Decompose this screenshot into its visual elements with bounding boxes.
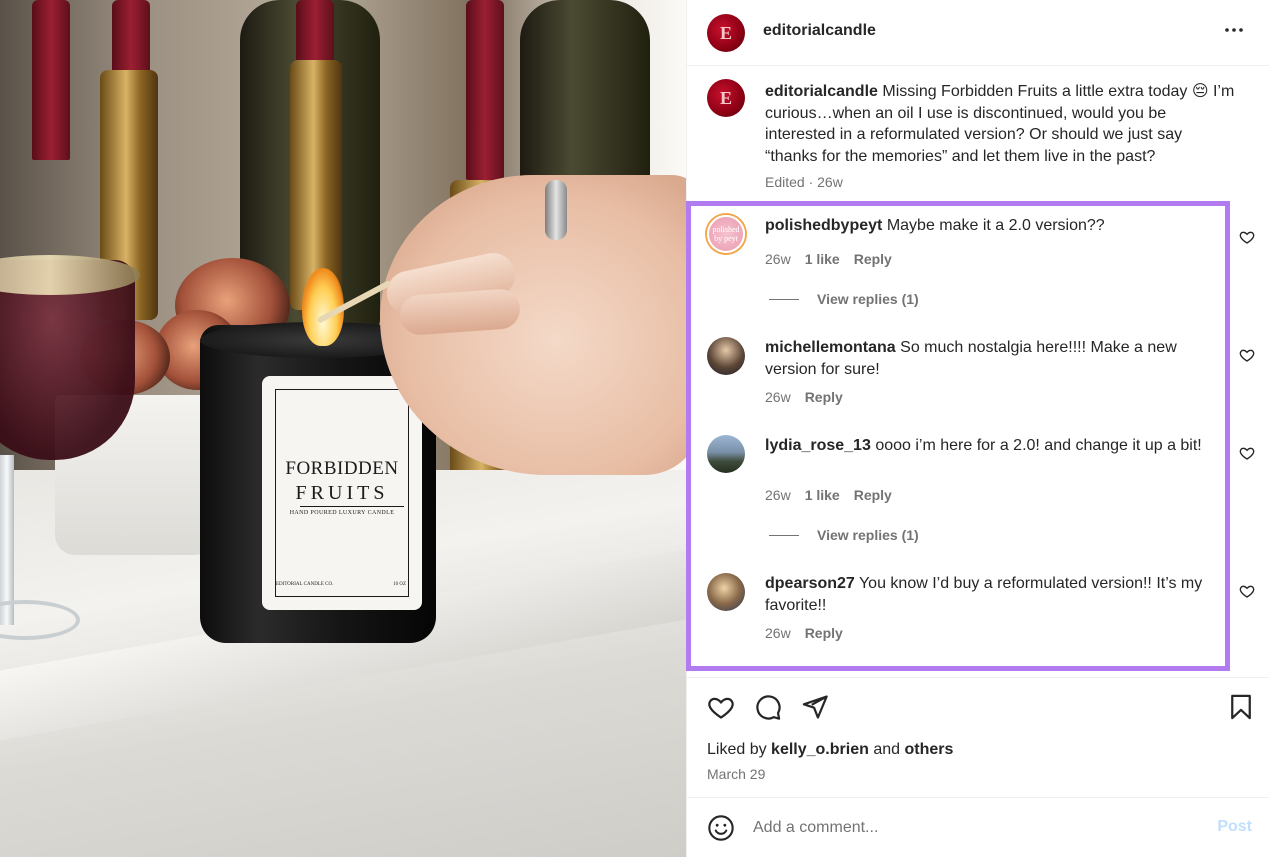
comment-text: oooo i’m here for a 2.0! and change it u… (875, 437, 1202, 454)
comment-time: 26w (765, 251, 791, 267)
comment-text-block: michellemontana So much nostalgia here!!… (765, 337, 1205, 380)
heart-icon[interactable] (1239, 445, 1255, 461)
avatar-letter: E (719, 22, 732, 43)
comment-text-block: lydia_rose_13 oooo i’m here for a 2.0! a… (765, 435, 1205, 457)
comment-likes[interactable]: 1 like (805, 251, 840, 267)
view-replies-button[interactable]: View replies (1) (769, 291, 919, 307)
view-replies-button[interactable]: View replies (1) (769, 527, 919, 543)
post-comment-button[interactable]: Post (1217, 818, 1252, 836)
comment-text: Maybe make it a 2.0 version?? (886, 217, 1105, 234)
comment-composer: Post (687, 797, 1269, 857)
photo-ring (545, 180, 567, 240)
more-horizontal-icon[interactable] (1222, 18, 1246, 48)
caption-text-block: editorialcandle Missing Forbidden Fruits… (765, 81, 1235, 167)
replies-divider (769, 534, 799, 536)
photo-taper-candle (466, 0, 504, 180)
heart-icon[interactable] (707, 693, 735, 721)
send-icon[interactable] (801, 693, 829, 721)
candle-label-line2: FRUITS (295, 482, 389, 504)
comment-username[interactable]: dpearson27 (765, 575, 855, 592)
photo-taper-candle (112, 0, 150, 80)
comment-meta: 26w Reply (765, 625, 843, 641)
avatar[interactable]: E (707, 14, 745, 52)
reply-button[interactable]: Reply (854, 487, 892, 503)
photo-finger (398, 287, 522, 337)
likes-joiner: and (873, 741, 901, 758)
heart-icon[interactable] (1239, 229, 1255, 245)
avatar-letter: E (719, 87, 732, 108)
avatar-text: polished by peyt (712, 225, 740, 243)
candle-label-size: 10 OZ (393, 582, 406, 587)
avatar[interactable] (707, 435, 745, 473)
post-actions: Liked by kelly_o.brien and others March … (687, 677, 1269, 797)
comment-username[interactable]: michellemontana (765, 339, 896, 356)
post-author-username[interactable]: editorialcandle (763, 22, 876, 40)
comment-time: 26w (765, 389, 791, 405)
comment-text-block: polishedbypeyt Maybe make it a 2.0 versi… (765, 215, 1205, 237)
avatar[interactable]: E (707, 79, 745, 117)
comment-text-block: dpearson27 You know I’d buy a reformulat… (765, 573, 1205, 616)
comment-meta: 26w Reply (765, 389, 843, 405)
comment-item: lydia_rose_13 oooo i’m here for a 2.0! a… (707, 435, 1255, 545)
view-replies-label: View replies (1) (817, 291, 919, 307)
view-replies-label: View replies (1) (817, 527, 919, 543)
comment-time: 26w (765, 625, 791, 641)
likes-summary: Liked by kelly_o.brien and others (707, 741, 953, 759)
comment-item: dpearson27 You know I’d buy a reformulat… (707, 573, 1255, 653)
comment-icon[interactable] (754, 693, 782, 721)
reply-button[interactable]: Reply (805, 389, 843, 405)
emoji-icon[interactable] (707, 814, 735, 842)
heart-icon[interactable] (1239, 347, 1255, 363)
post-panel: E editorialcandle E editorialcandle Miss… (686, 0, 1269, 857)
candle-label-line3: HAND POURED LUXURY CANDLE (289, 510, 395, 516)
comment-likes[interactable]: 1 like (805, 487, 840, 503)
likes-others-link[interactable]: others (904, 741, 953, 758)
caption-meta: Edited · 26w (765, 174, 843, 190)
post-date: March 29 (707, 766, 766, 782)
candle-label-rule (300, 506, 404, 507)
comment-time: 26w (765, 487, 791, 503)
reply-button[interactable]: Reply (854, 251, 892, 267)
replies-divider (769, 298, 799, 300)
comment-username[interactable]: lydia_rose_13 (765, 437, 871, 454)
caption-username[interactable]: editorialcandle (765, 83, 878, 100)
comment-input[interactable] (753, 816, 1183, 840)
comment-meta: 26w 1 like Reply (765, 487, 892, 503)
comment-item: polished by peyt polishedbypeyt Maybe ma… (707, 215, 1255, 315)
comment-item: michellemontana So much nostalgia here!!… (707, 337, 1255, 417)
candle-label-line1: FORBIDDEN (285, 458, 399, 479)
avatar[interactable]: polished by peyt (707, 215, 745, 253)
comment-username[interactable]: polishedbypeyt (765, 217, 882, 234)
likes-user-link[interactable]: kelly_o.brien (771, 741, 869, 758)
post-header: E editorialcandle (687, 0, 1269, 66)
comment-meta: 26w 1 like Reply (765, 251, 892, 267)
avatar[interactable] (707, 573, 745, 611)
reply-button[interactable]: Reply (805, 625, 843, 641)
photo-taper-candle (32, 0, 70, 160)
post-photo: FORBIDDEN FRUITS HAND POURED LUXURY CAND… (0, 0, 686, 857)
bookmark-icon[interactable] (1227, 693, 1255, 721)
heart-icon[interactable] (1239, 583, 1255, 599)
avatar[interactable] (707, 337, 745, 375)
likes-prefix: Liked by (707, 741, 767, 758)
